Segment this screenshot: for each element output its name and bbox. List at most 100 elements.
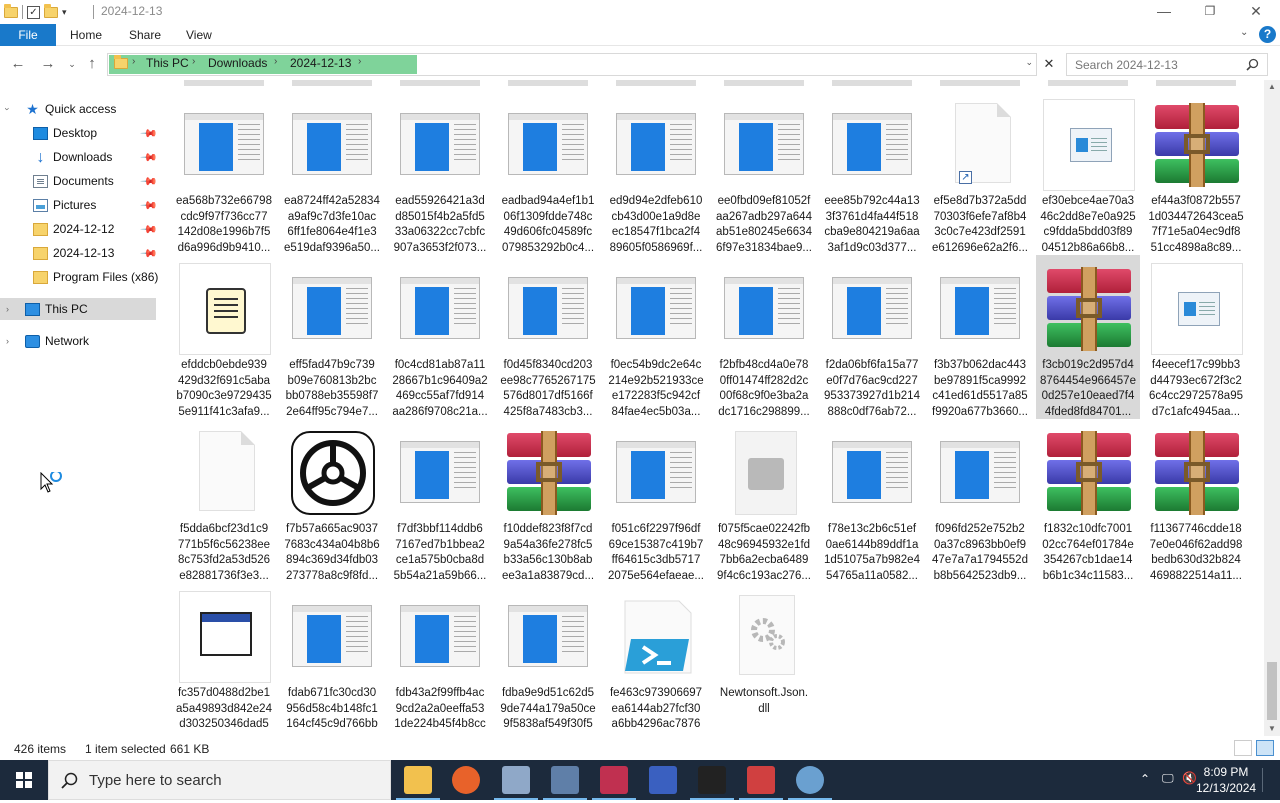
app-icon[interactable]: [747, 766, 775, 794]
sidebar-item-pictures[interactable]: Pictures 📌: [0, 194, 158, 216]
file-item[interactable]: efddcb0ebde939 429d32f691c5aba b7090c3e9…: [172, 255, 276, 419]
file-item[interactable]: f075f5cae02242fb 48c96945932e1fd 7bb6a2e…: [712, 419, 816, 583]
file-item[interactable]: ef44a3f0872b557 1d034472643cea5 7f71e5a0…: [1144, 91, 1248, 255]
file-item[interactable]: f4eecef17c99bb3 d44793ec672f3c2 6c4cc297…: [1144, 255, 1248, 419]
file-item[interactable]: ee0fbd09ef81052f aa267adb297a644 ab51e80…: [712, 91, 816, 255]
file-item[interactable]: f2da06bf6fa15a77 e0f7d76ac9cd227 9533739…: [820, 255, 924, 419]
app-icon[interactable]: [551, 766, 579, 794]
file-item[interactable]: eee85b792c44a13 3f3761d4fa44f518 cba9e80…: [820, 91, 924, 255]
file-item[interactable]: f10ddef823f8f7cd 9a54a36fe278fc5 b33a56c…: [496, 419, 600, 583]
file-item[interactable]: f096fd252e752b2 0a37c8963bb0ef9 47e7a7a1…: [928, 419, 1032, 583]
breadcrumb-separator[interactable]: ›: [274, 56, 277, 67]
tab-file[interactable]: File: [0, 24, 56, 46]
close-button[interactable]: ✕: [1233, 0, 1279, 24]
file-item[interactable]: Newtonsoft.Json. dll: [712, 583, 816, 734]
file-item[interactable]: ↗ ef5e8d7b372a5dd 70303f6efe7af8b4 3c0c7e…: [928, 91, 1032, 255]
up-button[interactable]: ↑: [82, 54, 102, 74]
file-item[interactable]: fdab671fc30cd30 956d58c4b148fc1 164cf45c…: [280, 583, 384, 734]
sidebar-item-this-pc[interactable]: › This PC: [0, 298, 156, 320]
taskbar-search-box[interactable]: Type here to search: [48, 760, 391, 800]
nav-quick-access[interactable]: › ★ Quick access: [0, 98, 156, 120]
sidebar-item-downloads[interactable]: ↓ Downloads 📌: [0, 146, 158, 168]
clear-address-button[interactable]: ✕: [1039, 54, 1059, 74]
breadcrumb-current-folder[interactable]: 2024-12-13: [290, 56, 351, 70]
search-icon[interactable]: [1246, 58, 1259, 71]
show-hidden-icons-icon[interactable]: ⌃: [1140, 772, 1150, 786]
file-item[interactable]: eff5fad47b9c739 b09e760813b2bc bb0788eb3…: [280, 255, 384, 419]
file-item[interactable]: f0d45f8340cd203 ee98c7765267175 576d8017…: [496, 255, 600, 419]
file-item[interactable]: f11367746cdde18 7e0e046f62add98 bedb630d…: [1144, 419, 1248, 583]
breadcrumb-downloads[interactable]: Downloads: [208, 56, 267, 70]
expand-arrow-icon[interactable]: ›: [6, 336, 9, 346]
file-item[interactable]: f7df3bbf114ddb6 7167ed7b1bbea2 ce1a575b0…: [388, 419, 492, 583]
file-item[interactable]: ea568b732e66798 cdc9f97f736cc77 142d08e1…: [172, 91, 276, 255]
file-item[interactable]: f2bfb48cd4a0e78 0ff01474ff282d2c 00f68c9…: [712, 255, 816, 419]
start-button[interactable]: [0, 760, 48, 800]
new-folder-icon[interactable]: [44, 3, 58, 18]
sidebar-item-desktop[interactable]: Desktop 📌: [0, 122, 158, 144]
file-item[interactable]: ed9d94e2dfeb610 cb43d00e1a9d8e ec18547f1…: [604, 91, 708, 255]
tab-home[interactable]: Home: [62, 24, 110, 46]
file-item[interactable]: f78e13c2b6c51ef 0ae6144b89ddf1a 1d51075a…: [820, 419, 924, 583]
breadcrumb-separator[interactable]: ›: [132, 56, 135, 67]
expand-arrow-icon[interactable]: ›: [6, 304, 9, 314]
help-icon[interactable]: ?: [1259, 26, 1276, 43]
file-item[interactable]: f5dda6bcf23d1c9 771b5f6c56238ee 8c753fd2…: [172, 419, 276, 583]
file-item[interactable]: eadbad94a4ef1b1 06f1309fdde748c 49d606fc…: [496, 91, 600, 255]
sidebar-item-network[interactable]: › Network: [0, 330, 156, 352]
file-item[interactable]: fdb43a2f99ffb4ac 9cd2a2a0eeffa53 1de224b…: [388, 583, 492, 734]
notifications-icon[interactable]: [1262, 768, 1276, 792]
address-bar[interactable]: › This PC › Downloads › 2024-12-13 › ⌄: [107, 53, 1037, 76]
file-item[interactable]: f0c4cd81ab87a11 28667b1c96409a2 469cc55a…: [388, 255, 492, 419]
forward-button[interactable]: →: [38, 54, 58, 74]
network-status-icon[interactable]: 🖵: [1162, 771, 1174, 786]
file-item[interactable]: f0ec54b9dc2e64c 214e92b521933ce e172283f…: [604, 255, 708, 419]
terminal-icon[interactable]: [698, 766, 726, 794]
details-view-button[interactable]: [1234, 740, 1252, 756]
firefox-icon[interactable]: [452, 766, 480, 794]
customize-toolbar-dropdown[interactable]: ▾: [62, 7, 67, 18]
file-item[interactable]: ef30ebce4ae70a3 46c2dd8e7e0a925 c9fdda5b…: [1036, 91, 1140, 255]
breadcrumb-separator[interactable]: ›: [192, 56, 195, 67]
tab-share[interactable]: Share: [121, 24, 169, 46]
file-item[interactable]: f3b37b062dac443 be97891f5ca9992 c41ed61d…: [928, 255, 1032, 419]
back-button[interactable]: ←: [8, 54, 28, 74]
file-item[interactable]: fc357d0488d2be1 a5a49893d842e24 d3032503…: [172, 583, 276, 734]
scroll-down-arrow[interactable]: ▼: [1264, 722, 1280, 736]
file-item-selected[interactable]: f3cb019c2d957d4 8764454e966457e 0d257e10…: [1036, 255, 1140, 419]
minimize-button[interactable]: —: [1141, 0, 1187, 24]
recent-locations-dropdown[interactable]: ⌄: [62, 54, 82, 74]
app-icon[interactable]: [796, 766, 824, 794]
file-item[interactable]: f051c6f2297f96df 69ce15387c419b7 ff64615…: [604, 419, 708, 583]
file-item[interactable]: fe463c973906697 ea6144ab27fcf30 a6bb4296…: [604, 583, 708, 734]
winrar-icon[interactable]: [600, 766, 628, 794]
file-explorer-icon[interactable]: [404, 766, 432, 794]
file-item[interactable]: ead55926421a3d d85015f4b2a5fd5 33a06322c…: [388, 91, 492, 255]
file-name: ef5e8d7b372a5dd 70303f6efe7af8b4 3c0c7e4…: [932, 195, 1028, 254]
expand-arrow-icon[interactable]: ›: [3, 108, 13, 111]
file-item[interactable]: f1832c10dfc7001 02cc764ef01784e 354267cb…: [1036, 419, 1140, 583]
file-item[interactable]: fdba9e9d51c62d5 9de744a179a50ce 9f5838af…: [496, 583, 600, 734]
sidebar-item-program-files-x86[interactable]: Program Files (x86): [0, 266, 158, 288]
breadcrumb-this-pc[interactable]: This PC: [146, 56, 189, 70]
large-icons-view-button[interactable]: [1256, 740, 1274, 756]
sidebar-item-2024-12-12[interactable]: 2024-12-12 📌: [0, 218, 158, 240]
address-dropdown[interactable]: ⌄: [1025, 57, 1033, 68]
tab-view[interactable]: View: [178, 24, 220, 46]
file-item[interactable]: f7b57a665ac9037 7683c434a04b8b6 894c369d…: [280, 419, 384, 583]
app-icon[interactable]: [649, 766, 677, 794]
scroll-up-arrow[interactable]: ▲: [1264, 80, 1280, 94]
sidebar-item-documents[interactable]: Documents 📌: [0, 170, 158, 192]
search-input[interactable]: Search 2024-12-13: [1066, 53, 1268, 76]
properties-icon[interactable]: ✓: [27, 5, 40, 19]
breadcrumb-separator[interactable]: ›: [358, 56, 361, 67]
vertical-scrollbar[interactable]: ▲ ▼: [1264, 80, 1280, 736]
scrollbar-thumb[interactable]: [1267, 662, 1277, 720]
sidebar-item-2024-12-13[interactable]: 2024-12-13 📌: [0, 242, 158, 264]
expand-ribbon-icon[interactable]: ⌄: [1240, 27, 1248, 38]
volume-icon[interactable]: 🔇: [1182, 771, 1197, 785]
app-icon[interactable]: [502, 766, 530, 794]
file-item[interactable]: ea8724ff42a52834 a9af9c7d3fe10ac 6ff1fe8…: [280, 91, 384, 255]
maximize-button[interactable]: ❐: [1187, 0, 1233, 24]
clock[interactable]: 8:09 PM 12/13/2024: [1196, 764, 1256, 796]
